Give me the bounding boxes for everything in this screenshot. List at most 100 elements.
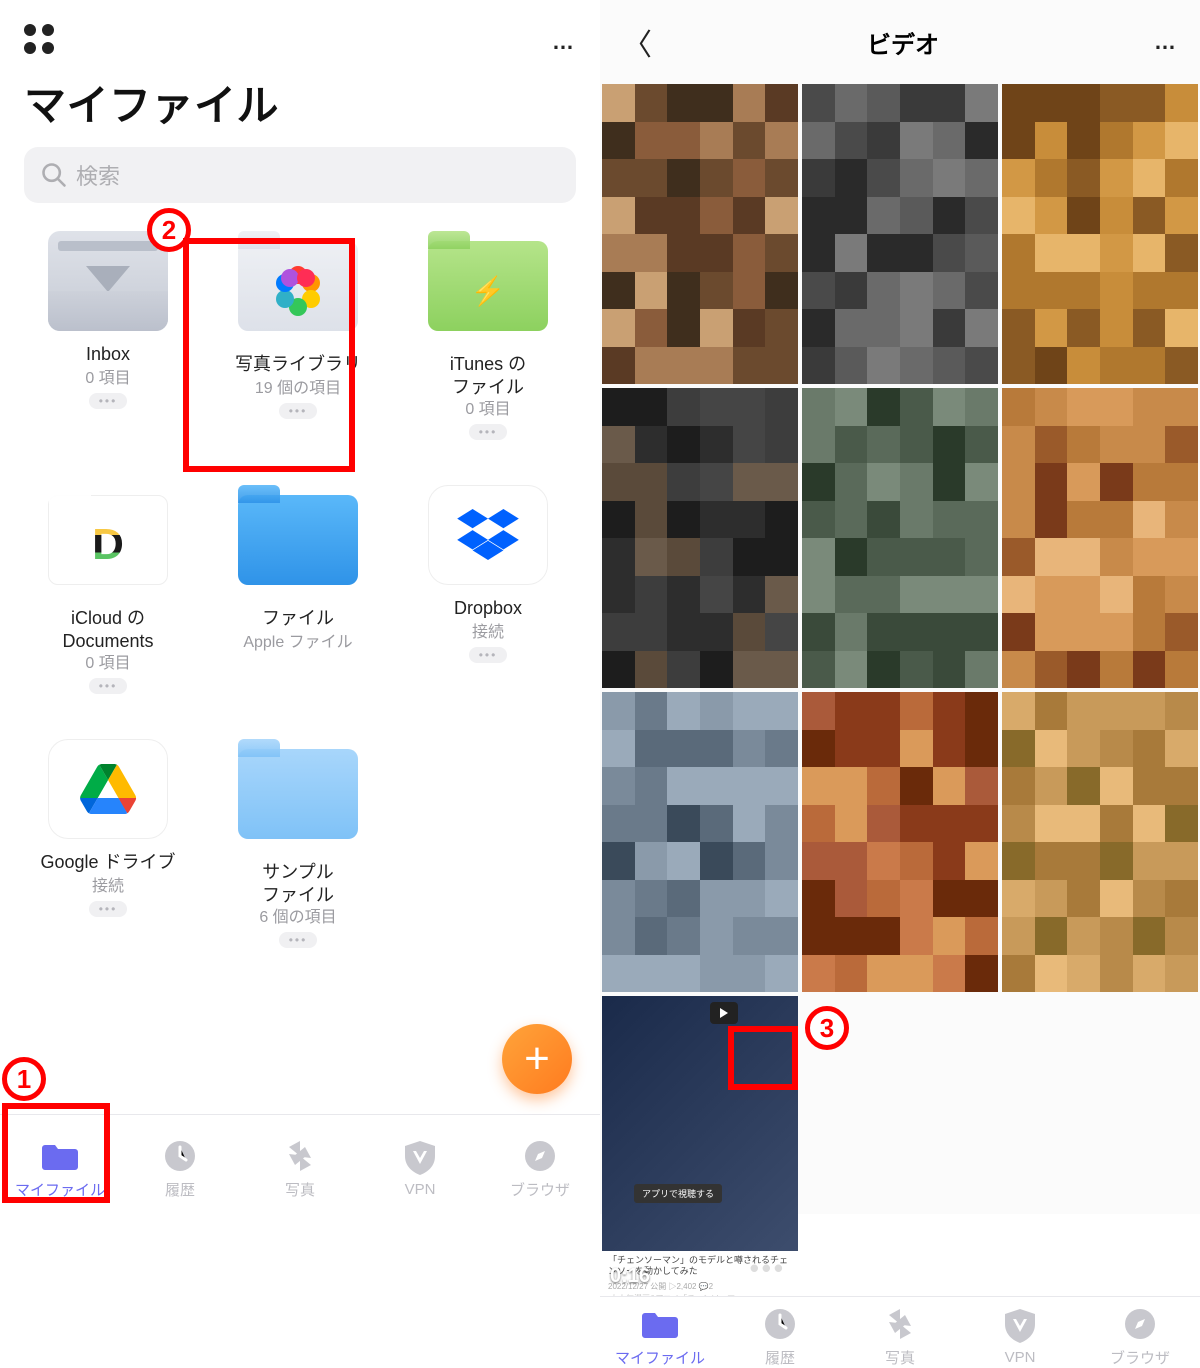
folder-label: iTunes の ファイル bbox=[402, 353, 574, 398]
folder-label: Inbox bbox=[22, 343, 194, 367]
video-thumbnail[interactable] bbox=[802, 84, 998, 384]
video-caption: 大人気漫画&アニメ「チェンソーマ… bbox=[610, 1293, 743, 1296]
icloud-documents-icon: D bbox=[48, 495, 168, 595]
page-title: ビデオ bbox=[652, 25, 1154, 60]
video-more-button[interactable]: ••• bbox=[750, 1253, 786, 1284]
pinwheel-icon bbox=[245, 1135, 355, 1177]
folder-more-button[interactable]: ••• bbox=[89, 393, 128, 409]
tab-myfiles[interactable]: マイファイル bbox=[605, 1303, 715, 1368]
folder-label: サンプル ファイル bbox=[212, 861, 384, 906]
folder-more-button[interactable]: ••• bbox=[279, 403, 318, 419]
clock-icon bbox=[725, 1303, 835, 1345]
shield-icon bbox=[365, 1137, 475, 1179]
tab-label: VPN bbox=[365, 1181, 475, 1198]
folder-more-button[interactable]: ••• bbox=[89, 678, 128, 694]
search-input[interactable]: 検索 bbox=[24, 147, 576, 203]
more-menu-button[interactable]: … bbox=[1154, 29, 1178, 55]
tab-photos[interactable]: 写真 bbox=[845, 1303, 955, 1368]
compass-icon bbox=[1085, 1303, 1195, 1345]
search-placeholder: 検索 bbox=[76, 159, 120, 191]
shield-icon bbox=[965, 1305, 1075, 1347]
tab-bar: マイファイル 履歴 写真 VPN ブラウザ bbox=[0, 1114, 600, 1214]
video-thumbnail[interactable] bbox=[802, 692, 998, 992]
documents-d-icon: D bbox=[92, 520, 124, 570]
folder-count: 0 項目 bbox=[22, 369, 194, 389]
tab-label: 写真 bbox=[245, 1179, 355, 1200]
clock-icon bbox=[125, 1135, 235, 1177]
folder-subtitle: Apple ファイル bbox=[212, 633, 384, 653]
folder-photo-library[interactable]: 写真ライブラリ 19 個の項目 ••• bbox=[208, 231, 388, 441]
add-button[interactable]: + bbox=[502, 1024, 572, 1094]
lightning-icon: ⚡ bbox=[471, 275, 506, 308]
itunes-folder-icon: ⚡ bbox=[428, 241, 548, 341]
video-duration: 0:16 bbox=[610, 1265, 650, 1288]
photos-folder-icon bbox=[238, 241, 358, 341]
google-drive-icon bbox=[48, 739, 168, 839]
tab-myfiles[interactable]: マイファイル bbox=[5, 1135, 115, 1200]
folder-more-button[interactable]: ••• bbox=[469, 424, 508, 440]
folder-sample[interactable]: サンプル ファイル 6 個の項目 ••• bbox=[208, 739, 388, 949]
folder-icon bbox=[605, 1303, 715, 1345]
tab-label: ブラウザ bbox=[485, 1179, 595, 1200]
tab-label: 履歴 bbox=[125, 1179, 235, 1200]
folder-subtitle: 接続 bbox=[402, 623, 574, 643]
video-thumbnail[interactable] bbox=[602, 84, 798, 384]
tab-history[interactable]: 履歴 bbox=[725, 1303, 835, 1368]
more-menu-button[interactable]: … bbox=[552, 29, 576, 55]
tab-history[interactable]: 履歴 bbox=[125, 1135, 235, 1200]
folder-count: 0 項目 bbox=[22, 654, 194, 674]
tab-photos[interactable]: 写真 bbox=[245, 1135, 355, 1200]
folder-itunes[interactable]: ⚡ iTunes の ファイル 0 項目 ••• bbox=[398, 231, 578, 441]
tab-label: マイファイル bbox=[605, 1347, 715, 1368]
tab-label: マイファイル bbox=[5, 1179, 115, 1200]
folder-label: Dropbox bbox=[402, 597, 574, 621]
compass-icon bbox=[485, 1135, 595, 1177]
folder-dropbox[interactable]: Dropbox 接続 ••• bbox=[398, 485, 578, 695]
folder-icloud[interactable]: D iCloud の Documents 0 項目 ••• bbox=[18, 485, 198, 695]
tab-browser[interactable]: ブラウザ bbox=[485, 1135, 595, 1200]
folder-gdrive[interactable]: Google ドライブ 接続 ••• bbox=[18, 739, 198, 949]
inbox-icon bbox=[48, 231, 168, 331]
folder-inbox[interactable]: Inbox 0 項目 ••• bbox=[18, 231, 198, 441]
video-thumbnail[interactable] bbox=[802, 388, 998, 688]
tab-vpn[interactable]: VPN bbox=[965, 1305, 1075, 1366]
sample-folder-icon bbox=[238, 749, 358, 849]
app-view-chip[interactable]: アプリで視聴する bbox=[634, 1184, 722, 1203]
tab-label: VPN bbox=[965, 1349, 1075, 1366]
tab-browser[interactable]: ブラウザ bbox=[1085, 1303, 1195, 1368]
photos-flower-icon bbox=[275, 268, 321, 314]
folder-more-button[interactable]: ••• bbox=[89, 901, 128, 917]
tab-label: 履歴 bbox=[725, 1347, 835, 1368]
page-title: マイファイル bbox=[0, 68, 600, 147]
back-button[interactable]: 〈 bbox=[622, 20, 652, 64]
folder-subtitle: 接続 bbox=[22, 877, 194, 897]
folder-icon bbox=[5, 1135, 115, 1177]
video-thumbnail[interactable] bbox=[1002, 84, 1198, 384]
search-icon bbox=[40, 161, 68, 189]
video-thumbnail[interactable] bbox=[602, 388, 798, 688]
tab-label: 写真 bbox=[845, 1347, 955, 1368]
play-icon bbox=[710, 1002, 738, 1024]
video-grid: アプリで視聴する 「チェンソーマン」のモデルと噂されるチェンソーを動かしてみた … bbox=[600, 84, 1200, 1296]
video-thumbnail[interactable] bbox=[1002, 388, 1198, 688]
video-thumbnail[interactable] bbox=[602, 692, 798, 992]
folder-label: iCloud の Documents bbox=[22, 607, 194, 652]
pinwheel-icon bbox=[845, 1303, 955, 1345]
folder-label: 写真ライブラリ bbox=[212, 353, 384, 377]
folder-count: 0 項目 bbox=[402, 400, 574, 420]
folder-label: ファイル bbox=[212, 607, 384, 631]
video-thumbnail[interactable] bbox=[1002, 692, 1198, 992]
folder-label: Google ドライブ bbox=[22, 851, 194, 875]
folder-count: 6 個の項目 bbox=[212, 908, 384, 928]
dropbox-icon bbox=[428, 485, 548, 585]
folder-more-button[interactable]: ••• bbox=[279, 932, 318, 948]
tab-vpn[interactable]: VPN bbox=[365, 1137, 475, 1198]
tab-bar: マイファイル 履歴 写真 VPN ブラウザ bbox=[600, 1296, 1200, 1368]
folder-files[interactable]: ファイル Apple ファイル bbox=[208, 485, 388, 695]
files-folder-icon bbox=[238, 495, 358, 595]
video-thumbnail-detail[interactable]: アプリで視聴する 「チェンソーマン」のモデルと噂されるチェンソーを動かしてみた … bbox=[602, 996, 798, 1296]
layout-grid-icon[interactable] bbox=[24, 24, 60, 60]
tab-label: ブラウザ bbox=[1085, 1347, 1195, 1368]
folder-count: 19 個の項目 bbox=[212, 379, 384, 399]
folder-more-button[interactable]: ••• bbox=[469, 647, 508, 663]
